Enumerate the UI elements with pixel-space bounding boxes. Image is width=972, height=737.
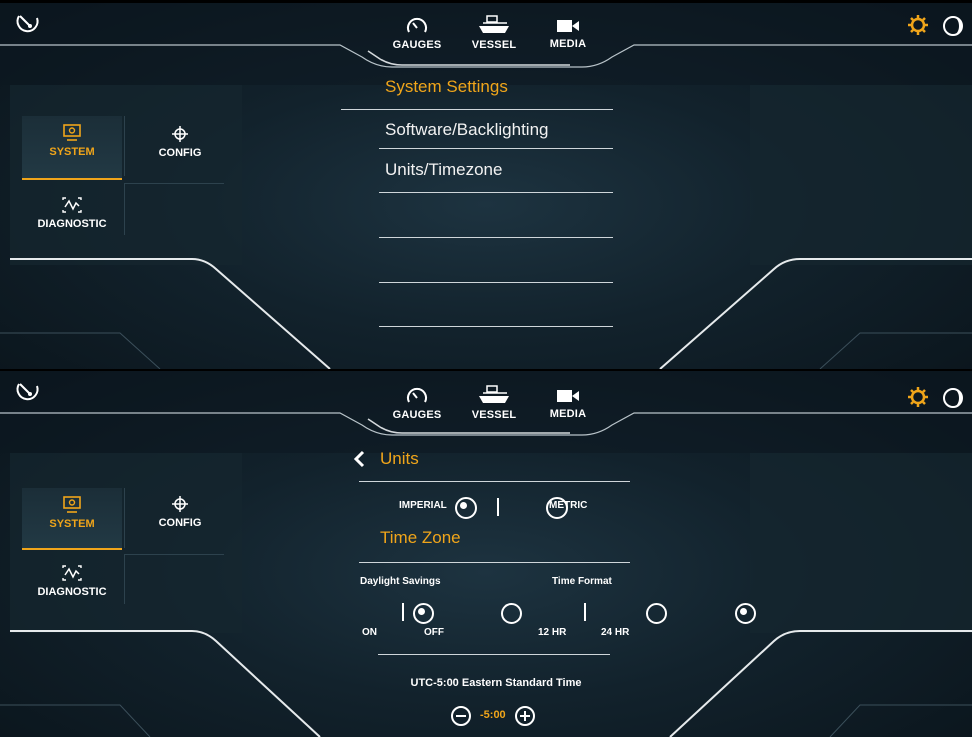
imperial-label: IMPERIAL <box>399 500 447 511</box>
daylight-off-label: OFF <box>424 627 444 638</box>
nav-media-label: MEDIA <box>549 38 587 50</box>
menu-divider <box>379 282 613 283</box>
crosshair-icon <box>172 126 188 142</box>
sidebar-diagnostic-label: DIAGNOSTIC <box>37 218 107 230</box>
system-settings-screen: GAUGES VESSEL MEDIA SYSTEM CONFIG DIAGNO… <box>0 3 972 369</box>
sidebar-diagnostic-tile[interactable]: DIAGNOSTIC <box>22 196 122 230</box>
separator <box>497 498 499 516</box>
menu-divider <box>379 192 613 193</box>
waveform-icon <box>62 197 82 213</box>
daylight-savings-label: Daylight Savings <box>360 576 441 587</box>
format-24hr-radio[interactable] <box>735 602 757 624</box>
gauge-icon <box>407 387 427 403</box>
sidebar-diagnostic-label: DIAGNOSTIC <box>37 586 107 598</box>
frame-decoration <box>0 3 972 369</box>
waveform-icon <box>62 565 82 581</box>
gauge-speed-icon[interactable] <box>14 12 42 36</box>
menu-item-units-timezone[interactable]: Units/Timezone <box>385 160 502 180</box>
plus-circle-icon[interactable] <box>514 705 536 727</box>
units-timezone-screen: GAUGES VESSEL MEDIA SYSTEM CONFIG DIAGNO… <box>0 371 972 737</box>
sidebar-divider <box>124 183 125 235</box>
nav-vessel[interactable]: VESSEL <box>459 14 529 51</box>
sun-gear-icon[interactable] <box>907 14 929 36</box>
gauge-icon <box>407 17 427 33</box>
monitor-gear-icon <box>63 496 81 513</box>
menu-item-software-backlighting[interactable]: Software/Backlighting <box>385 120 548 140</box>
time-zone-title: Time Zone <box>380 528 461 547</box>
nav-media[interactable]: MEDIA <box>533 387 603 420</box>
video-camera-icon <box>557 390 579 402</box>
boat-icon <box>479 385 509 403</box>
nav-vessel[interactable]: VESSEL <box>459 384 529 421</box>
page-title: System Settings <box>385 77 508 96</box>
sidebar-config-label: CONFIG <box>158 147 202 159</box>
separator <box>402 603 404 621</box>
metric-label: METRIC <box>549 500 588 511</box>
sidebar-system-tile[interactable]: SYSTEM <box>22 488 122 550</box>
gauge-speed-icon[interactable] <box>14 380 42 404</box>
sidebar-config-tile[interactable]: CONFIG <box>135 125 225 159</box>
monitor-gear-icon <box>63 124 81 141</box>
sidebar-divider <box>124 488 125 548</box>
nav-vessel-label: VESSEL <box>471 39 517 51</box>
page-title: Units <box>380 449 419 468</box>
moon-icon[interactable] <box>942 15 964 37</box>
sidebar-diagnostic-tile[interactable]: DIAGNOSTIC <box>22 564 122 598</box>
nav-gauges[interactable]: GAUGES <box>382 386 452 421</box>
nav-gauges[interactable]: GAUGES <box>382 16 452 51</box>
sidebar-divider <box>124 554 125 604</box>
section-divider <box>359 562 630 563</box>
boat-icon <box>479 15 509 33</box>
sidebar-divider <box>124 554 224 555</box>
nav-media[interactable]: MEDIA <box>533 17 603 50</box>
video-camera-icon <box>557 20 579 32</box>
nav-media-label: MEDIA <box>549 408 587 420</box>
sidebar-divider <box>124 183 224 184</box>
nav-gauges-label: GAUGES <box>392 39 442 51</box>
menu-divider <box>379 326 613 327</box>
format-12hr-radio[interactable] <box>645 602 667 624</box>
chevron-left-icon[interactable] <box>352 450 366 468</box>
sidebar-config-label: CONFIG <box>158 517 202 529</box>
daylight-off-radio[interactable] <box>501 602 523 624</box>
sidebar-config-tile[interactable]: CONFIG <box>135 495 225 529</box>
section-divider <box>378 654 610 655</box>
nav-vessel-label: VESSEL <box>471 409 517 421</box>
sidebar-system-label: SYSTEM <box>49 146 95 158</box>
sidebar-system-tile[interactable]: SYSTEM <box>22 116 122 180</box>
menu-divider <box>379 148 613 149</box>
menu-divider <box>341 109 613 110</box>
time-format-label: Time Format <box>552 576 612 587</box>
format-12hr-label: 12 HR <box>538 627 567 638</box>
separator <box>584 603 586 621</box>
moon-icon[interactable] <box>942 387 964 409</box>
timezone-name: UTC-5:00 Eastern Standard Time <box>410 677 582 689</box>
nav-gauges-label: GAUGES <box>392 409 442 421</box>
daylight-on-label: ON <box>362 627 377 638</box>
imperial-radio[interactable] <box>455 497 477 519</box>
menu-divider <box>379 237 613 238</box>
sun-gear-icon[interactable] <box>907 386 929 408</box>
minus-circle-icon[interactable] <box>450 705 472 727</box>
sidebar-divider <box>124 116 125 176</box>
crosshair-icon <box>172 496 188 512</box>
format-24hr-label: 24 HR <box>601 627 630 638</box>
section-divider <box>359 481 630 482</box>
daylight-on-radio[interactable] <box>412 602 434 624</box>
offset-value: -5:00 <box>480 709 506 721</box>
sidebar-system-label: SYSTEM <box>49 518 95 530</box>
